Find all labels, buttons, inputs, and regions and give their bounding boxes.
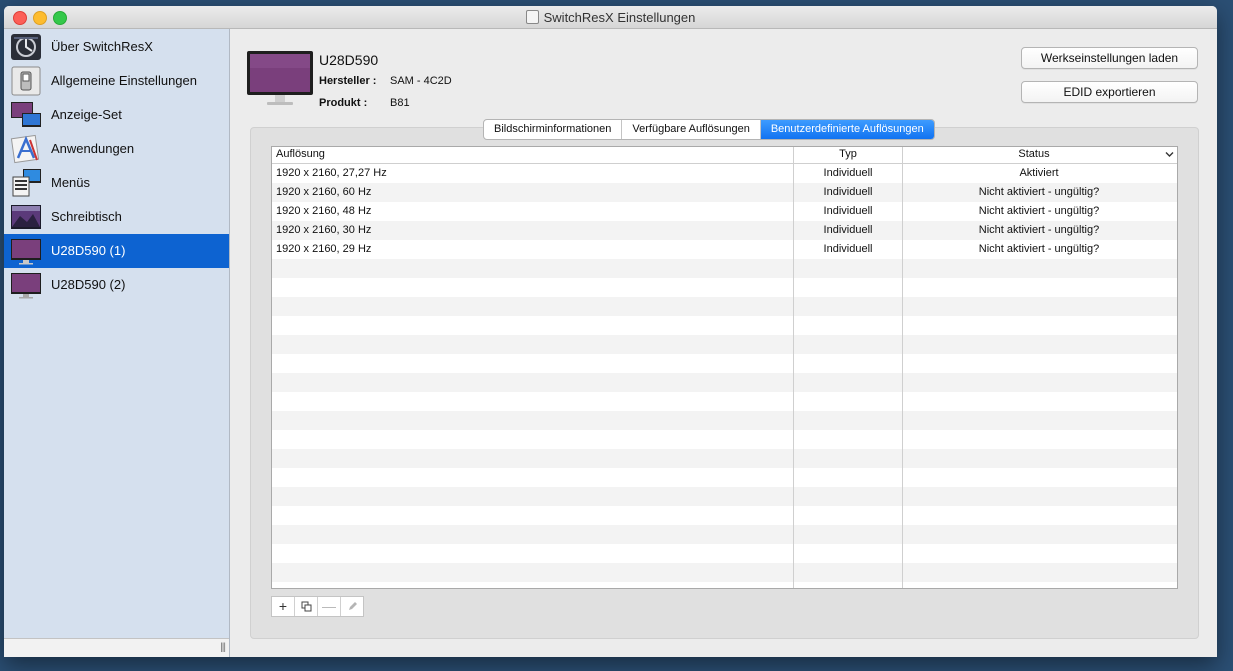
duplicate-icon: [301, 601, 311, 612]
table-row-empty[interactable]: [272, 411, 1177, 430]
monitor-icon: [11, 239, 41, 265]
sidebar-resize-bar: |||: [4, 638, 229, 657]
table-row[interactable]: 1920 x 2160, 29 Hz Individuell Nicht aktiv…: [272, 240, 1177, 259]
window-title: SwitchResX Einstellungen: [4, 10, 1217, 25]
cell-status: Nicht aktiviert - ungültig?: [978, 205, 1100, 217]
manufacturer-label: Hersteller :: [319, 75, 377, 87]
tab-custom-resolutions[interactable]: Benutzerdefinierte Auflösungen: [760, 120, 934, 139]
sidebar-item-about[interactable]: Über SwitchResX: [4, 30, 229, 64]
sidebar-item-label: Allgemeine Einstellungen: [51, 73, 197, 88]
cell-resolution: 1920 x 2160, 30 Hz: [276, 224, 372, 236]
table-row[interactable]: 1920 x 2160, 48 Hz Individuell Nicht aktiv…: [272, 202, 1177, 221]
export-edid-button[interactable]: EDID exportieren: [1021, 81, 1198, 103]
sidebar-item-label: Menüs: [51, 175, 91, 190]
display-set-icon: [11, 102, 41, 127]
display-name: U28D590: [319, 52, 379, 68]
menus-icon: [12, 169, 41, 197]
cell-status: Nicht aktiviert - ungültig?: [978, 186, 1100, 198]
chevron-down-icon[interactable]: [1165, 151, 1174, 158]
resize-grip-icon[interactable]: |||: [220, 642, 226, 653]
cell-status: Nicht aktiviert - ungültig?: [978, 243, 1100, 255]
table-row-empty[interactable]: [272, 259, 1177, 278]
column-header-status[interactable]: Status: [904, 148, 1164, 160]
cell-type: Individuell: [823, 224, 873, 236]
table-row-empty[interactable]: [272, 335, 1177, 354]
sidebar-item-applications[interactable]: Anwendungen: [4, 132, 229, 166]
sidebar-item-label: Über SwitchResX: [51, 39, 153, 54]
tab-available-resolutions[interactable]: Verfügbare Auflösungen: [622, 120, 761, 139]
sidebar-item-label: U28D590 (2): [51, 277, 126, 292]
remove-resolution-button[interactable]: —: [318, 597, 341, 616]
cell-status: Nicht aktiviert - ungültig?: [978, 224, 1100, 236]
duplicate-resolution-button[interactable]: [295, 597, 318, 616]
cell-type: Individuell: [823, 205, 873, 217]
cell-type: Individuell: [823, 167, 873, 179]
sidebar-item-menus[interactable]: Menüs: [4, 166, 229, 200]
sidebar-item-general-settings[interactable]: Allgemeine Einstellungen: [4, 64, 229, 98]
switchresx-logo-icon: [11, 34, 41, 60]
cell-type: Individuell: [823, 186, 873, 198]
table-row-empty[interactable]: [272, 449, 1177, 468]
sidebar-item-display-1[interactable]: U28D590 (1): [4, 234, 229, 268]
table-row-empty[interactable]: [272, 392, 1177, 411]
desktop-icon: [11, 205, 41, 229]
sidebar-item-desktop[interactable]: Schreibtisch: [4, 200, 229, 234]
manufacturer-value: SAM - 4C2D: [390, 75, 452, 87]
custom-resolutions-table[interactable]: Auflösung Typ Status 1920 x 2160, 27,27 …: [271, 146, 1178, 589]
column-header-type[interactable]: Typ: [795, 148, 901, 160]
column-header-resolution[interactable]: Auflösung: [276, 148, 325, 160]
settings-window: SwitchResX Einstellungen Über SwitchResX…: [4, 6, 1217, 657]
table-row[interactable]: 1920 x 2160, 27,27 Hz Individuell Aktivier…: [272, 164, 1177, 183]
document-proxy-icon: [525, 10, 539, 24]
table-row-empty[interactable]: [272, 278, 1177, 297]
cell-resolution: 1920 x 2160, 48 Hz: [276, 205, 372, 217]
sidebar-item-display-set[interactable]: Anzeige-Set: [4, 98, 229, 132]
table-row-empty[interactable]: [272, 354, 1177, 373]
table-row-empty[interactable]: [272, 430, 1177, 449]
monitor-icon: [11, 273, 41, 299]
sidebar: Über SwitchResX Allgemeine Einstellungen…: [4, 29, 230, 657]
table-row-empty[interactable]: [272, 316, 1177, 335]
table-header: Auflösung Typ Status: [272, 147, 1177, 164]
sidebar-item-label: Schreibtisch: [51, 209, 122, 224]
table-row[interactable]: 1920 x 2160, 30 Hz Individuell Nicht aktiv…: [272, 221, 1177, 240]
table-row-empty[interactable]: [272, 563, 1177, 582]
edit-resolution-button[interactable]: [341, 597, 363, 616]
title-bar[interactable]: SwitchResX Einstellungen: [4, 6, 1217, 29]
sidebar-item-display-2[interactable]: U28D590 (2): [4, 268, 229, 302]
table-row[interactable]: 1920 x 2160, 60 Hz Individuell Nicht aktiv…: [272, 183, 1177, 202]
table-row-empty[interactable]: [272, 487, 1177, 506]
cell-status: Aktiviert: [1019, 167, 1059, 179]
cell-resolution: 1920 x 2160, 60 Hz: [276, 186, 372, 198]
add-resolution-button[interactable]: +: [272, 597, 295, 616]
tab-display-information[interactable]: Bildschirminformationen: [484, 120, 623, 139]
table-row-empty[interactable]: [272, 297, 1177, 316]
load-factory-defaults-button[interactable]: Werkseinstellungen laden: [1021, 47, 1198, 69]
table-row-empty[interactable]: [272, 373, 1177, 392]
pencil-icon: [348, 602, 357, 610]
window-title-text: SwitchResX Einstellungen: [543, 10, 696, 25]
table-row-empty[interactable]: [272, 544, 1177, 563]
table-row-empty[interactable]: [272, 506, 1177, 525]
table-toolbar: + —: [271, 596, 364, 617]
sidebar-item-label: U28D590 (1): [51, 243, 126, 258]
column-separator: [793, 147, 794, 588]
cell-resolution: 1920 x 2160, 29 Hz: [276, 243, 372, 255]
tab-bar: Bildschirminformationen Verfügbare Auflö…: [483, 119, 935, 140]
table-row-empty[interactable]: [272, 468, 1177, 487]
cell-resolution: 1920 x 2160, 27,27 Hz: [276, 167, 387, 179]
monitor-preview-icon: [247, 51, 313, 105]
product-label: Produkt :: [319, 97, 368, 109]
applications-icon: [10, 134, 40, 164]
switch-settings-icon: [11, 66, 41, 96]
sidebar-item-label: Anzeige-Set: [51, 107, 122, 122]
sidebar-item-label: Anwendungen: [51, 141, 135, 156]
column-separator: [902, 147, 903, 588]
cell-type: Individuell: [823, 243, 873, 255]
product-value: B81: [390, 97, 410, 109]
table-row-empty[interactable]: [272, 525, 1177, 544]
